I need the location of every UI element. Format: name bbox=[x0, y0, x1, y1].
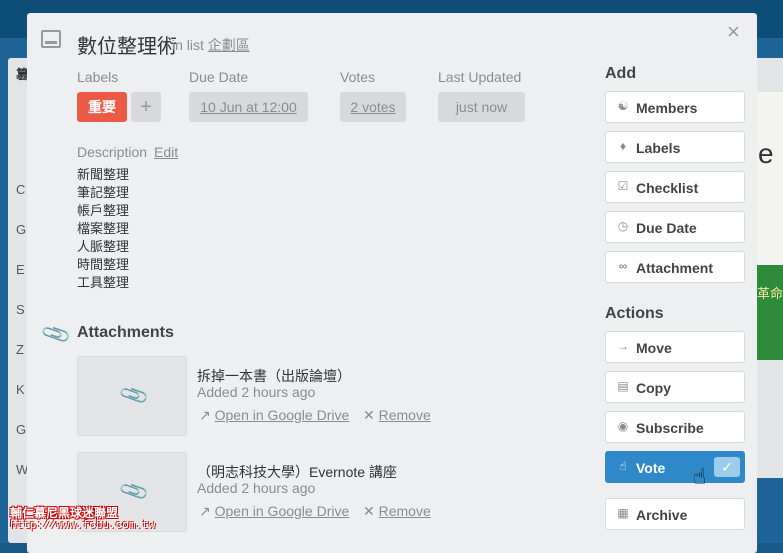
votes-button[interactable]: 2 votes bbox=[340, 92, 406, 122]
list-card: E bbox=[16, 262, 25, 277]
close-icon: ✕ bbox=[363, 407, 375, 423]
card-icon bbox=[41, 30, 61, 48]
description-line: 人脈整理 bbox=[77, 239, 130, 254]
card-icon: ▤ bbox=[617, 379, 629, 393]
checkbox-icon: ☑ bbox=[617, 179, 629, 193]
description-line: 新聞整理 bbox=[77, 167, 130, 182]
actions-heading: Actions bbox=[605, 305, 664, 322]
description-edit-link[interactable]: Edit bbox=[154, 144, 178, 160]
attachments-heading: Attachments bbox=[77, 324, 174, 341]
description-line: 檔案整理 bbox=[77, 221, 130, 236]
paperclip-icon: 📎 bbox=[118, 380, 151, 412]
due-date-sidebar-button[interactable]: ◷ Due Date bbox=[605, 211, 745, 243]
move-button[interactable]: → Move bbox=[605, 331, 745, 363]
attachment-added: Added 2 hours ago bbox=[197, 384, 316, 400]
list-card: K bbox=[16, 382, 25, 397]
checklist-button[interactable]: ☑ Checklist bbox=[605, 171, 745, 203]
votes-label: Votes bbox=[340, 69, 376, 85]
description-line: 工具整理 bbox=[77, 275, 130, 290]
copy-button[interactable]: ▤ Copy bbox=[605, 371, 745, 403]
due-date-label: Due Date bbox=[189, 69, 249, 85]
open-in-drive-link[interactable]: ↗ Open in Google Drive bbox=[199, 503, 349, 520]
description-line: 筆記整理 bbox=[77, 185, 130, 200]
add-heading: Add bbox=[605, 65, 637, 82]
cover-text-2: 革命 bbox=[757, 286, 783, 301]
close-icon[interactable]: × bbox=[727, 21, 740, 43]
list-card: C bbox=[16, 182, 26, 197]
attachment-added: Added 2 hours ago bbox=[197, 480, 316, 496]
open-in-drive-link[interactable]: ↗ Open in Google Drive bbox=[199, 407, 349, 424]
labels-button[interactable]: ♦ Labels bbox=[605, 131, 745, 163]
last-updated-value: just now bbox=[438, 92, 525, 122]
list-card: G bbox=[16, 422, 27, 437]
close-icon: ✕ bbox=[363, 503, 375, 519]
members-button[interactable]: ☯ Members bbox=[605, 91, 745, 123]
cover-image-green bbox=[757, 265, 783, 360]
arrow-right-icon: → bbox=[617, 339, 629, 353]
list-card: S bbox=[16, 302, 25, 317]
attachment-name: （明志科技大學）Evernote 講座 bbox=[197, 464, 397, 480]
list-card: Z bbox=[16, 342, 24, 357]
check-icon: ✓ bbox=[714, 457, 740, 477]
clock-icon: ◷ bbox=[617, 219, 629, 233]
description-line: 帳戶整理 bbox=[77, 203, 130, 218]
attachment-button[interactable]: ∞ Attachment bbox=[605, 251, 745, 283]
eye-icon: ◉ bbox=[617, 419, 629, 433]
external-link-icon: ↗ bbox=[199, 503, 211, 519]
list-card: G bbox=[16, 222, 27, 237]
subscribe-button[interactable]: ◉ Subscribe bbox=[605, 411, 745, 443]
in-list-prefix: in list bbox=[172, 37, 204, 53]
card-title[interactable]: 數位整理術 bbox=[77, 30, 177, 59]
description-label: Description bbox=[77, 144, 148, 160]
add-label-button[interactable]: + bbox=[131, 92, 161, 122]
remove-attachment-link[interactable]: ✕ Remove bbox=[363, 503, 431, 520]
watermark-text: 輔仁慕尼黑球迷聯盟 bbox=[10, 506, 119, 520]
attachment-name: 拆掉一本書（出版論壇） bbox=[197, 368, 351, 384]
thumbs-up-icon: ☝ bbox=[619, 459, 627, 473]
vote-button[interactable]: ☝ Vote ✓ bbox=[605, 451, 745, 483]
description-text[interactable]: 新聞整理 筆記整理 帳戶整理 檔案整理 人脈整理 時間整理 工具整理 bbox=[77, 166, 129, 292]
card-list-info: in list 企劃區 bbox=[172, 35, 250, 55]
cover-text: e bbox=[758, 138, 774, 169]
paperclip-icon: 📎 bbox=[118, 476, 151, 508]
external-link-icon: ↗ bbox=[199, 407, 211, 423]
remove-attachment-link[interactable]: ✕ Remove bbox=[363, 407, 431, 424]
tag-icon: ♦ bbox=[619, 139, 627, 153]
person-icon: ☯ bbox=[617, 99, 629, 113]
paperclip-icon: ∞ bbox=[618, 259, 628, 273]
attachment-thumbnail[interactable]: 📎 bbox=[77, 356, 187, 436]
last-updated-label: Last Updated bbox=[438, 69, 522, 85]
labels-label: Labels bbox=[77, 69, 119, 85]
watermark-url: http://www.fcbu.com.tw bbox=[10, 520, 156, 532]
due-date-button[interactable]: 10 Jun at 12:00 bbox=[189, 92, 308, 122]
hand-cursor-icon: ☝ bbox=[693, 464, 707, 489]
description-line: 時間整理 bbox=[77, 257, 130, 272]
archive-button[interactable]: ▦ Archive bbox=[605, 498, 745, 530]
list-name-link[interactable]: 企劃區 bbox=[208, 37, 250, 53]
archive-icon: ▦ bbox=[617, 506, 629, 520]
label-tag[interactable]: 重要 bbox=[77, 92, 127, 122]
